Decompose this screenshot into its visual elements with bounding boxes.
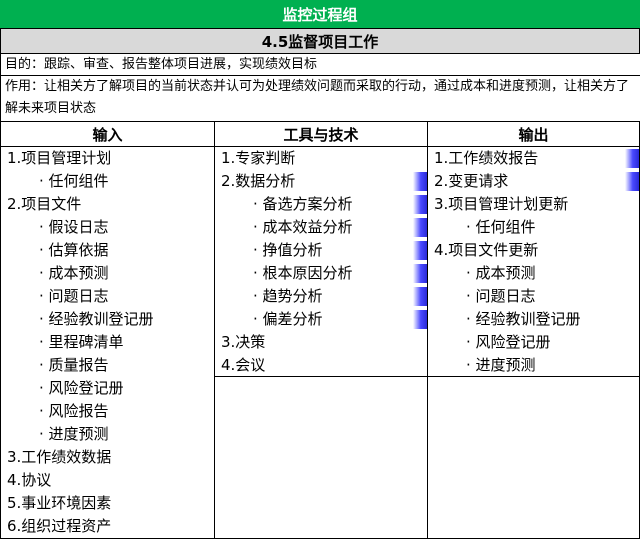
list-item-text: 4.项目文件更新 [434, 241, 539, 259]
highlight-marker [413, 310, 427, 329]
list-item-text: 2.项目文件 [7, 195, 82, 213]
list-item: 1.项目管理计划 [1, 147, 214, 170]
list-item: 4.会议 [215, 354, 427, 377]
list-item: · 里程碑清单 [1, 331, 214, 354]
list-item-text: · 趋势分析 [253, 287, 323, 305]
list-item: 2.变更请求 [428, 170, 639, 193]
list-item: · 经验教训登记册 [428, 308, 639, 331]
list-item-text: 3.项目管理计划更新 [434, 195, 569, 213]
list-item: · 挣值分析 [215, 239, 427, 262]
list-item: 1.专家判断 [215, 147, 427, 170]
list-item-text: · 估算依据 [39, 241, 109, 259]
list-item-text: 5.事业环境因素 [7, 494, 112, 512]
list-item: 3.决策 [215, 331, 427, 354]
list-item-text: · 成本效益分析 [253, 218, 353, 236]
highlight-marker [413, 218, 427, 237]
list-item-text: · 里程碑清单 [39, 333, 124, 351]
inputs-list: 1.项目管理计划 · 任何组件 2.项目文件 · 假设日志 · 估算依据 · 成本预测 · … [1, 147, 214, 538]
list-item: · 问题日志 [1, 285, 214, 308]
list-item: 3.项目管理计划更新 [428, 193, 639, 216]
inputs-column: 输入 1.项目管理计划 · 任何组件 2.项目文件 · 假设日志 · 估算依据 · 成本预… [0, 122, 214, 538]
list-item-text: · 偏差分析 [253, 310, 323, 328]
list-item: 2.数据分析 [215, 170, 427, 193]
list-item: 4.项目文件更新 [428, 239, 639, 262]
list-item: · 假设日志 [1, 216, 214, 239]
list-item-text: 3.工作绩效数据 [7, 448, 112, 466]
highlight-marker [413, 195, 427, 214]
list-item: · 任何组件 [1, 170, 214, 193]
list-item: · 进度预测 [428, 354, 639, 377]
list-item: 6.组织过程资产 [1, 515, 214, 538]
highlight-marker [413, 241, 427, 260]
process-sheet: 监控过程组 4.5监督项目工作 目的：跟踪、审查、报告整体项目进展，实现绩效目标… [0, 0, 640, 539]
list-item-text: · 问题日志 [39, 287, 109, 305]
list-item: 5.事业环境因素 [1, 492, 214, 515]
outputs-list: 1.工作绩效报告 2.变更请求 3.项目管理计划更新 · 任何组件 4.项目文件更新 · … [428, 147, 639, 377]
outputs-divider [428, 376, 639, 377]
list-item-text: 2.变更请求 [434, 172, 509, 190]
list-item-text: · 任何组件 [466, 218, 536, 236]
list-item: · 根本原因分析 [215, 262, 427, 285]
highlight-marker [413, 172, 427, 191]
list-item: · 问题日志 [428, 285, 639, 308]
list-item-text: 4.会议 [221, 356, 266, 374]
list-item: · 成本预测 [1, 262, 214, 285]
list-item: · 质量报告 [1, 354, 214, 377]
list-item-text: 3.决策 [221, 333, 266, 351]
list-item-text: · 问题日志 [466, 287, 536, 305]
list-item-text: · 备选方案分析 [253, 195, 353, 213]
list-item-text: · 经验教训登记册 [466, 310, 581, 328]
inputs-header: 输入 [1, 122, 214, 147]
outputs-header: 输出 [428, 122, 639, 147]
list-item: · 任何组件 [428, 216, 639, 239]
list-item-text: 1.专家判断 [221, 149, 296, 167]
list-item: · 成本效益分析 [215, 216, 427, 239]
list-item: · 偏差分析 [215, 308, 427, 331]
process-group-banner: 监控过程组 [0, 0, 640, 29]
outputs-column: 输出 1.工作绩效报告 2.变更请求 3.项目管理计划更新 · 任何组件 4.项目文件更… [427, 122, 640, 538]
list-item-text: · 风险登记册 [466, 333, 551, 351]
list-item-text: · 进度预测 [39, 425, 109, 443]
list-item: 1.工作绩效报告 [428, 147, 639, 170]
list-item: · 风险报告 [1, 400, 214, 423]
list-item-text: 6.组织过程资产 [7, 517, 112, 535]
list-item-text: · 成本预测 [466, 264, 536, 282]
list-item-text: · 经验教训登记册 [39, 310, 154, 328]
list-item-text: · 进度预测 [466, 356, 536, 374]
list-item-text: 1.工作绩效报告 [434, 149, 539, 167]
list-item: · 进度预测 [1, 423, 214, 446]
tools-list: 1.专家判断 2.数据分析 · 备选方案分析 · 成本效益分析 · 挣值分析 · 根本原因… [215, 147, 427, 377]
list-item-text: · 风险报告 [39, 402, 109, 420]
list-item-text: 4.协议 [7, 471, 52, 489]
purpose-text: 目的：跟踪、审查、报告整体项目进展，实现绩效目标 [0, 54, 640, 76]
process-title: 4.5监督项目工作 [0, 29, 640, 54]
list-item: · 备选方案分析 [215, 193, 427, 216]
list-item-text: · 质量报告 [39, 356, 109, 374]
list-item: 4.协议 [1, 469, 214, 492]
list-item-text: · 任何组件 [39, 172, 109, 190]
tools-column: 工具与技术 1.专家判断 2.数据分析 · 备选方案分析 · 成本效益分析 · 挣值分析… [214, 122, 427, 538]
tools-divider [215, 376, 427, 377]
list-item: · 趋势分析 [215, 285, 427, 308]
highlight-marker [413, 287, 427, 306]
highlight-marker [625, 172, 639, 191]
list-item-text: · 成本预测 [39, 264, 109, 282]
list-item: · 经验教训登记册 [1, 308, 214, 331]
list-item: · 成本预测 [428, 262, 639, 285]
list-item-text: · 风险登记册 [39, 379, 124, 397]
list-item-text: · 根本原因分析 [253, 264, 353, 282]
highlight-marker [625, 149, 639, 168]
list-item: 2.项目文件 [1, 193, 214, 216]
list-item: · 估算依据 [1, 239, 214, 262]
usage-text: 作用：让相关方了解项目的当前状态并认可为处理绩效问题而采取的行动，通过成本和进度… [0, 76, 640, 122]
list-item: · 风险登记册 [1, 377, 214, 400]
tools-header: 工具与技术 [215, 122, 427, 147]
list-item: · 风险登记册 [428, 331, 639, 354]
list-item: 3.工作绩效数据 [1, 446, 214, 469]
list-item-text: 1.项目管理计划 [7, 149, 112, 167]
list-item-text: · 假设日志 [39, 218, 109, 236]
list-item-text: 2.数据分析 [221, 172, 296, 190]
list-item-text: · 挣值分析 [253, 241, 323, 259]
highlight-marker [413, 264, 427, 283]
